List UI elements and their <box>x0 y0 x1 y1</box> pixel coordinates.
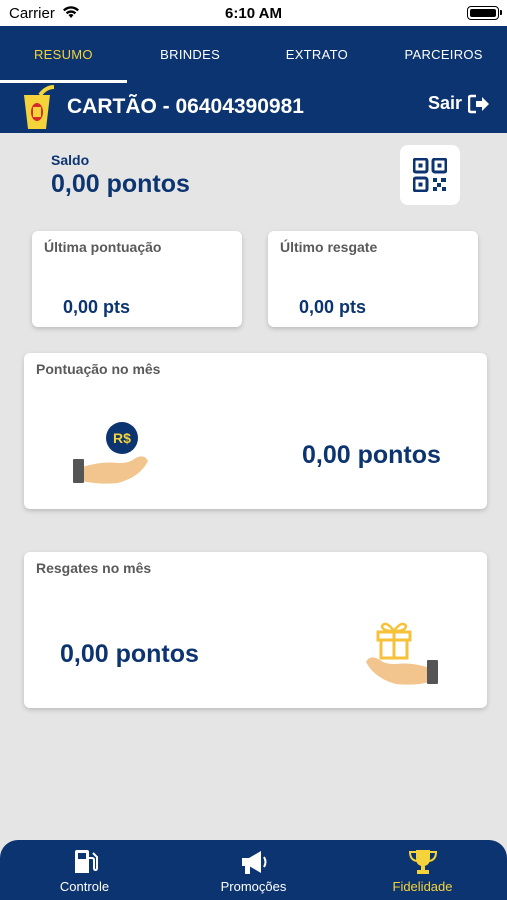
logout-icon <box>468 94 489 113</box>
qr-code-icon <box>413 158 447 192</box>
month-redeem-card: Resgates no mês 0,00 pontos <box>24 552 487 708</box>
battery-icon <box>467 6 502 20</box>
card-number-title: CARTÃO - 06404390981 <box>67 95 304 118</box>
coin-label: R$ <box>113 430 131 446</box>
tab-brindes[interactable]: BRINDES <box>127 26 254 83</box>
month-points-title: Pontuação no mês <box>36 361 161 377</box>
month-points-card: Pontuação no mês R$ 0,00 pontos <box>24 353 487 509</box>
nav-controle-label: Controle <box>59 879 110 894</box>
nav-fidelidade[interactable]: Fidelidade <box>338 840 507 900</box>
last-points-card: Última pontuação 0,00 pts <box>32 231 242 327</box>
clock: 6:10 AM <box>225 5 282 22</box>
month-redeem-title: Resgates no mês <box>36 560 152 576</box>
balance-value: 0,00 pontos <box>51 170 190 198</box>
last-redeem-value: 0,00 pts <box>299 297 367 317</box>
top-tabs: RESUMO BRINDES EXTRATO PARCEIROS <box>0 26 507 83</box>
header: RESUMO BRINDES EXTRATO PARCEIROS CARTÃO … <box>0 26 507 133</box>
last-redeem-card: Último resgate 0,00 pts <box>268 231 478 327</box>
logout-label: Sair <box>427 93 462 113</box>
nav-promocoes-label: Promoções <box>220 879 287 894</box>
fuel-pump-icon <box>74 850 98 873</box>
hand-coin-icon: R$ <box>73 422 148 484</box>
trophy-icon <box>408 850 437 874</box>
tab-parceiros[interactable]: PARCEIROS <box>380 26 507 83</box>
megaphone-icon <box>241 851 266 874</box>
balance-label: Saldo <box>51 152 90 168</box>
bottom-nav: Controle Promoções Fidelidade <box>0 840 507 900</box>
tab-resumo[interactable]: RESUMO <box>0 26 127 83</box>
last-points-title: Última pontuação <box>44 239 162 255</box>
last-points-value: 0,00 pts <box>63 297 131 317</box>
qr-code-button[interactable] <box>400 145 460 205</box>
nav-controle[interactable]: Controle <box>0 840 169 900</box>
month-points-value: 0,00 pontos <box>302 441 441 469</box>
status-bar: Carrier 6:10 AM <box>0 0 507 26</box>
last-redeem-title: Último resgate <box>280 239 378 255</box>
nav-fidelidade-label: Fidelidade <box>392 879 453 894</box>
hand-gift-icon <box>366 622 438 685</box>
month-redeem-value: 0,00 pontos <box>60 640 199 668</box>
brand-logo <box>24 85 55 129</box>
tab-extrato[interactable]: EXTRATO <box>254 26 381 83</box>
nav-promocoes[interactable]: Promoções <box>169 840 338 900</box>
card-bar: CARTÃO - 06404390981 Sair <box>0 83 507 133</box>
logout-button[interactable]: Sair <box>428 93 490 114</box>
